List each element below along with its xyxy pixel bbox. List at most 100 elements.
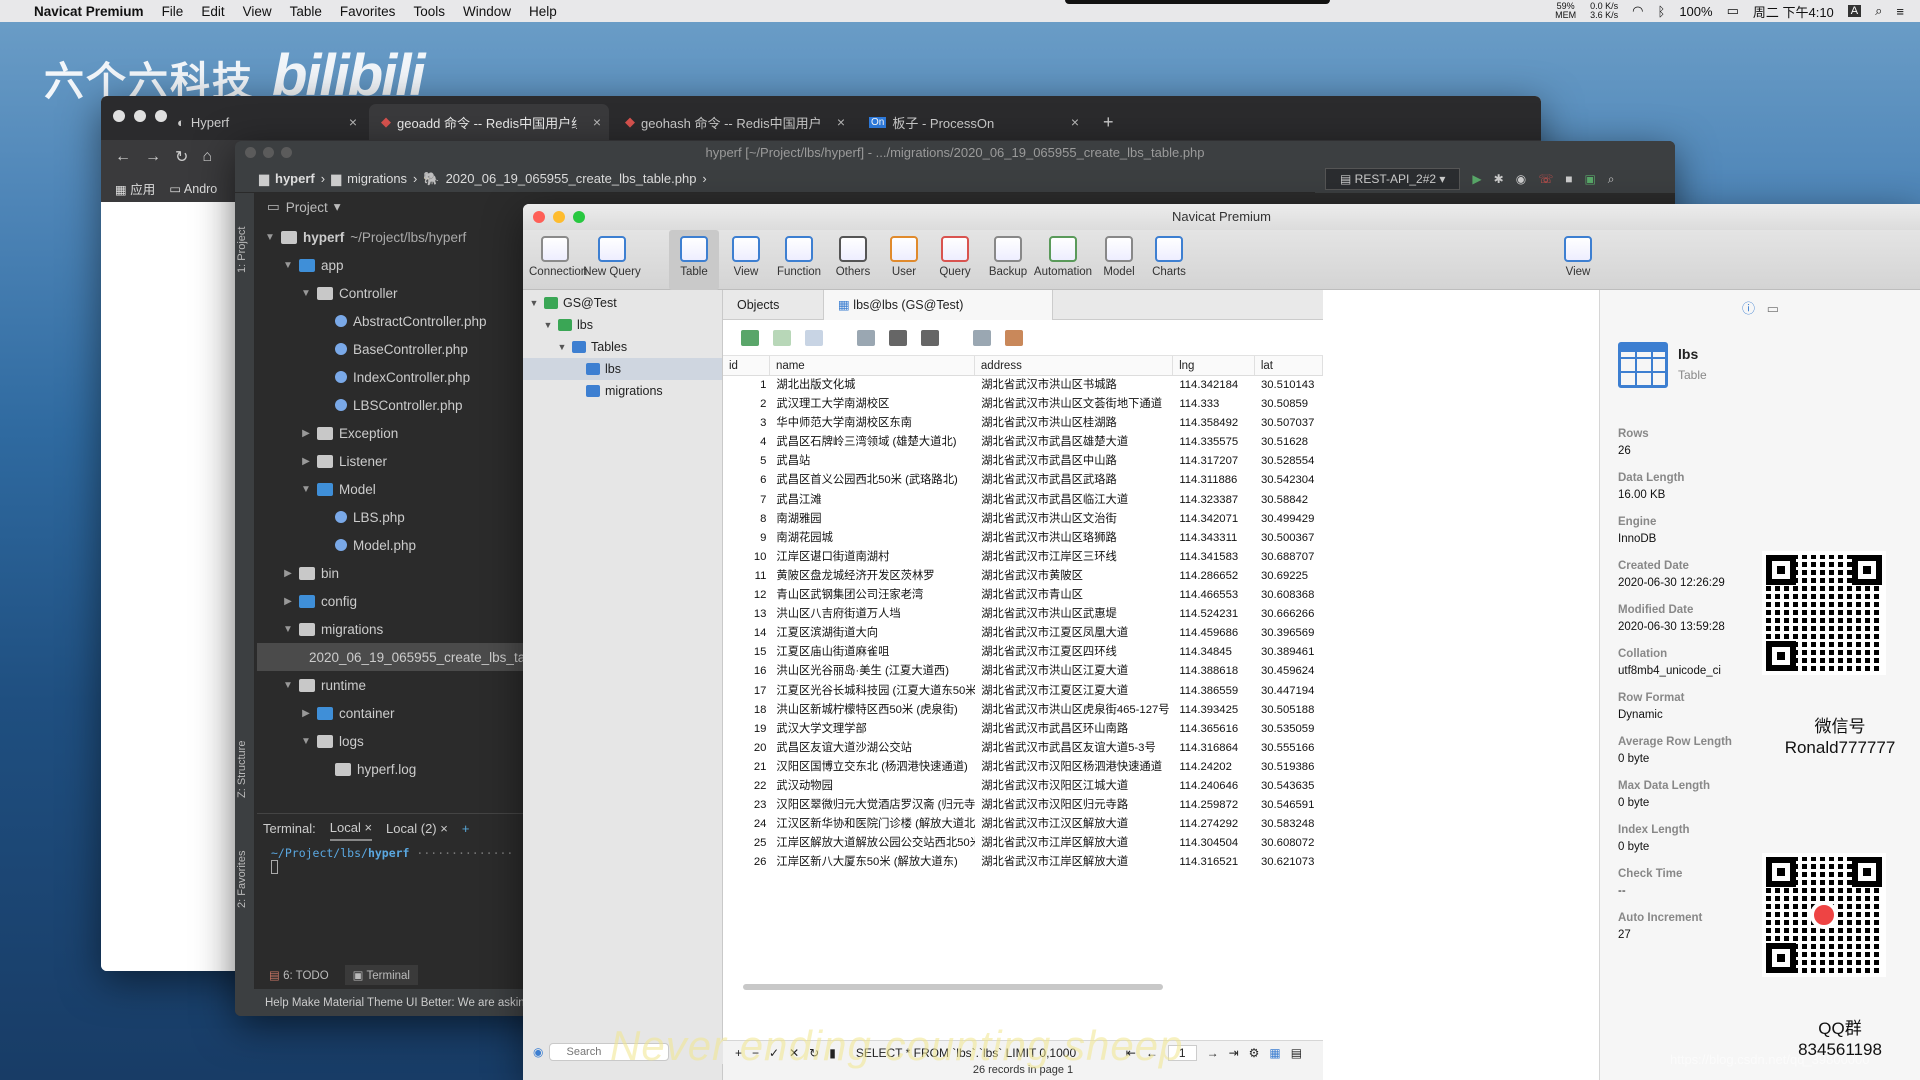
cell-name[interactable]: 武汉理工大学南湖校区	[770, 395, 975, 414]
cell-name[interactable]: 武昌区石牌岭三湾领域 (雄楚大道北)	[770, 433, 975, 452]
cell-lat[interactable]: 30.543635	[1255, 777, 1323, 796]
cell-id[interactable]: 14	[723, 624, 770, 643]
close-icon[interactable]: ×	[837, 114, 845, 130]
cell-lng[interactable]: 114.317207	[1173, 452, 1255, 471]
table-row[interactable]: 21 汉阳区国博立交东北 (杨泗港快速通道) 湖北省武汉市汉阳区杨泗港快速通道 114…	[723, 758, 1323, 777]
tree-item[interactable]: IndexController.php	[257, 363, 562, 391]
expand-arrow-icon[interactable]: ▼	[281, 680, 295, 691]
cell-name[interactable]: 武昌站	[770, 452, 975, 471]
table-row[interactable]: 1 湖北出版文化城 湖北省武汉市洪山区书城路 114.342184 30.510143	[723, 376, 1323, 395]
add-record-icon[interactable]	[741, 329, 759, 346]
cell-lng[interactable]: 114.365616	[1173, 720, 1255, 739]
menu-view[interactable]: View	[243, 4, 272, 19]
reload-icon[interactable]: ↻	[175, 147, 188, 167]
tree-item[interactable]: ▼ logs	[257, 727, 562, 755]
cell-address[interactable]: 湖北省武汉市黄陂区	[975, 567, 1173, 586]
breadcrumb-file[interactable]: 2020_06_19_065955_create_lbs_table.php	[446, 171, 697, 186]
menu-icon[interactable]: ≡	[1896, 4, 1904, 19]
terminal-prompt[interactable]: ~/Project/lbs/hyperf ··············	[257, 842, 562, 881]
cell-name[interactable]: 江夏区庙山街道麻雀咀	[770, 643, 975, 662]
cell-lat[interactable]: 30.69225	[1255, 567, 1323, 586]
form-view-icon[interactable]: ▤	[1291, 1046, 1302, 1060]
cell-lat[interactable]: 30.500367	[1255, 529, 1323, 548]
cell-lng[interactable]: 114.316864	[1173, 739, 1255, 758]
menu-tools[interactable]: Tools	[413, 4, 445, 19]
table-row[interactable]: 10 江岸区谌口街道南湖村 湖北省武汉市江岸区三环线 114.341583 30.688…	[723, 547, 1323, 567]
tree-item[interactable]: 2020_06_19_065955_create_lbs_table.php	[257, 643, 562, 671]
cell-id[interactable]: 18	[723, 701, 770, 720]
cell-lat[interactable]: 30.50859	[1255, 395, 1323, 414]
window-controls[interactable]	[533, 211, 585, 223]
forward-icon[interactable]: →	[145, 148, 161, 166]
bookmark-apps[interactable]: ▦ 应用	[115, 179, 155, 198]
horizontal-scrollbar[interactable]	[743, 984, 1163, 990]
connection-icon[interactable]: ◉	[533, 1045, 543, 1059]
last-page-button[interactable]: ⇥	[1229, 1046, 1239, 1060]
cell-id[interactable]: 19	[723, 720, 770, 739]
search-icon[interactable]: ⌕	[1875, 3, 1882, 19]
connection-tree-item[interactable]: ▼ Tables	[523, 336, 722, 358]
cell-id[interactable]: 22	[723, 777, 770, 796]
cell-name[interactable]: 武昌江滩	[770, 491, 975, 510]
table-row[interactable]: 20 武昌区友谊大道沙湖公交站 湖北省武汉市武昌区友谊大道5-3号 114.31686…	[723, 738, 1323, 758]
cell-name[interactable]: 江汉区新华协和医院门诊楼 (解放大道北)	[770, 815, 975, 834]
table-row[interactable]: 6 武昌区首义公园西北50米 (武珞路北) 湖北省武汉市武昌区武珞路 114.3118…	[723, 471, 1323, 491]
cell-lng[interactable]: 114.259872	[1173, 796, 1255, 815]
table-row[interactable]: 13 洪山区八吉府街道万人垱 湖北省武汉市洪山区武惠堤 114.524231 30.66…	[723, 605, 1323, 624]
cell-lat[interactable]: 30.58842	[1255, 491, 1323, 510]
debug-icon[interactable]: ✱	[1494, 172, 1504, 186]
cell-name[interactable]: 江岸区解放大道解放公园公交站西北50米	[770, 834, 975, 853]
cell-id[interactable]: 26	[723, 853, 770, 872]
tree-item[interactable]: hyperf.log	[257, 755, 562, 783]
tree-item[interactable]: AbstractController.php	[257, 307, 562, 335]
cell-name[interactable]: 武昌区友谊大道沙湖公交站	[770, 739, 975, 758]
table-row[interactable]: 17 江夏区光谷长城科技园 (江夏大道东50米) 湖北省武汉市江夏区江夏大道 114.…	[723, 682, 1323, 701]
cell-address[interactable]: 湖北省武汉市洪山区桂湖路	[975, 414, 1173, 433]
new-tab-button[interactable]: +	[1091, 104, 1126, 140]
cell-lng[interactable]: 114.358492	[1173, 414, 1255, 433]
cell-lat[interactable]: 30.546591	[1255, 796, 1323, 815]
cell-lat[interactable]: 30.535059	[1255, 720, 1323, 739]
table-row[interactable]: 16 洪山区光谷丽岛·美生 (江夏大道西) 湖北省武汉市洪山区江夏大道 114.388…	[723, 662, 1323, 682]
mem-indicator[interactable]: 59% MEM	[1555, 2, 1576, 20]
toolbar-connection-button[interactable]: Connection	[529, 230, 587, 290]
cell-address[interactable]: 湖北省武汉市洪山区江夏大道	[975, 662, 1173, 681]
cell-address[interactable]: 湖北省武汉市江汉区解放大道	[975, 815, 1173, 834]
cell-id[interactable]: 5	[723, 452, 770, 471]
expand-arrow-icon[interactable]: ▼	[527, 298, 541, 308]
toolbar-model-button[interactable]: Model	[1095, 230, 1143, 290]
cell-address[interactable]: 湖北省武汉市洪山区珞狮路	[975, 529, 1173, 548]
coverage-icon[interactable]: ◉	[1516, 172, 1526, 186]
cell-name[interactable]: 南湖雅园	[770, 510, 975, 529]
tree-item[interactable]: ▶ config	[257, 587, 562, 615]
wifi-icon[interactable]: ◠	[1632, 3, 1643, 19]
tree-item[interactable]: ▼ app	[257, 251, 562, 279]
expand-arrow-icon[interactable]: ▼	[281, 260, 295, 271]
cell-name[interactable]: 洪山区新城柠檬特区西50米 (虎泉街)	[770, 701, 975, 720]
cell-lat[interactable]: 30.528554	[1255, 452, 1323, 471]
cell-address[interactable]: 湖北省武汉市江夏区江夏大道	[975, 682, 1173, 701]
cell-id[interactable]: 17	[723, 682, 770, 701]
cell-id[interactable]: 9	[723, 529, 770, 548]
cell-lat[interactable]: 30.389461	[1255, 643, 1323, 662]
cell-id[interactable]: 6	[723, 471, 770, 490]
cell-lat[interactable]: 30.688707	[1255, 548, 1323, 567]
cell-id[interactable]: 3	[723, 414, 770, 433]
cell-lat[interactable]: 30.499429	[1255, 510, 1323, 529]
close-window-button[interactable]	[533, 211, 545, 223]
filter-icon[interactable]	[889, 329, 907, 346]
grid-view-icon[interactable]: ▦	[1269, 1046, 1280, 1060]
cell-id[interactable]: 13	[723, 605, 770, 624]
toolbar-backup-button[interactable]: Backup	[983, 230, 1033, 290]
close-icon[interactable]: ×	[593, 114, 601, 130]
net-speed[interactable]: 0.0 K/s 3.6 K/s	[1590, 2, 1618, 20]
cell-name[interactable]: 南湖花园城	[770, 529, 975, 548]
info-icon[interactable]: ⓘ	[1742, 301, 1755, 316]
cell-lng[interactable]: 114.342071	[1173, 510, 1255, 529]
terminal-tab[interactable]: ▣ Terminal	[344, 965, 418, 985]
phone-icon[interactable]: ☏	[1538, 172, 1553, 186]
menu-file[interactable]: File	[162, 4, 184, 19]
cell-id[interactable]: 11	[723, 567, 770, 586]
connection-tree-item[interactable]: lbs	[523, 358, 722, 380]
search-icon[interactable]: ⌕	[1608, 172, 1615, 187]
